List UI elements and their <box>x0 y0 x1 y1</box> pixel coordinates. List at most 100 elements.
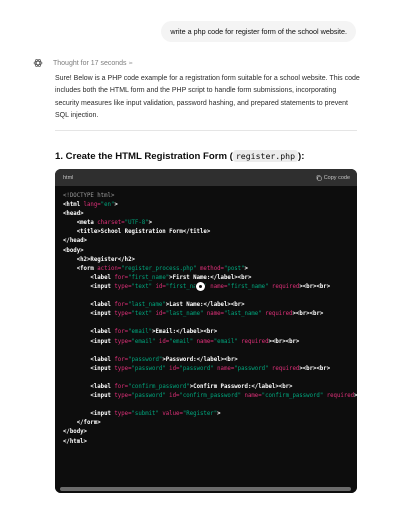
code-token: "password" <box>131 365 170 372</box>
code-token: </label><br> <box>176 329 218 336</box>
code-line: <html lang="en"> <box>63 201 349 210</box>
code-token: "password" <box>128 356 163 363</box>
code-token: Confirm Password: <box>193 383 252 390</box>
code-token: type= <box>114 311 132 318</box>
code-token: "password" <box>179 365 218 372</box>
code-token: "text" <box>131 283 156 290</box>
code-token: "email" <box>169 338 197 345</box>
thought-toggle[interactable]: Thought for 17 seconds > <box>53 60 133 67</box>
code-token: ><br><br> <box>292 311 324 318</box>
code-token: ><br><br> <box>299 283 331 290</box>
code-token: name= <box>196 338 214 345</box>
code-token: <input <box>63 311 115 318</box>
code-line: <input type="submit" value="Register"> <box>63 410 349 419</box>
code-token: > <box>114 202 118 209</box>
code-token: <label <box>63 329 115 336</box>
code-token: "confirm_password" <box>128 383 190 390</box>
code-language-label: html <box>63 174 74 181</box>
code-token: <input <box>63 411 115 418</box>
code-token: </html> <box>63 438 87 445</box>
code-token: "Register" <box>182 411 218 418</box>
code-token: "post" <box>223 265 245 272</box>
code-token: </label><br> <box>203 302 245 309</box>
code-token: "last_name" <box>223 311 266 318</box>
copy-icon <box>316 174 322 181</box>
code-token: </label><br> <box>210 274 252 281</box>
code-token: </label><br> <box>251 383 293 390</box>
code-token: First Name: <box>172 274 211 281</box>
assistant-header: Thought for 17 seconds > <box>33 58 133 68</box>
code-line: <form action="register_process.php" meth… <box>63 265 349 274</box>
code-token: "text" <box>131 311 156 318</box>
code-token: action= <box>97 265 122 272</box>
code-line: <h2>Register</h2> <box>63 256 349 265</box>
code-block-header: html Copy code <box>55 169 357 186</box>
code-token: "last_name" <box>165 311 207 318</box>
code-line: </html> <box>63 438 349 447</box>
code-token: <label <box>63 302 115 309</box>
code-line: <body> <box>63 247 349 256</box>
code-token: "password" <box>234 365 272 372</box>
code-token: <head> <box>63 211 84 218</box>
code-line: <label for="confirm_password">Confirm Pa… <box>63 383 349 392</box>
code-line: <label for="password">Password:</label><… <box>63 356 349 365</box>
code-token: id= <box>155 311 166 318</box>
code-line: <label for="last_name">Last Name:</label… <box>63 301 349 310</box>
code-token: </form> <box>63 420 101 427</box>
code-body[interactable]: <!DOCTYPE html> <html lang="en"> <head> <m… <box>55 186 357 480</box>
copy-code-button[interactable]: Copy code <box>316 175 350 181</box>
code-token: <body> <box>63 247 84 254</box>
code-token: ><br><br> <box>268 338 300 345</box>
code-line: <input type="text" id= "first_name" name=… <box>63 283 349 292</box>
thought-label: Thought for 17 seconds <box>53 59 127 67</box>
code-token: "last_name" <box>128 302 166 309</box>
user-message-text: write a php code for register form of th… <box>170 27 347 36</box>
code-token: type= <box>114 338 132 345</box>
code-token: "confirm_password" <box>261 393 327 400</box>
code-token: required <box>265 311 293 318</box>
code-token: for= <box>114 356 129 363</box>
code-token: id= <box>169 365 180 372</box>
code-token: type= <box>114 365 132 372</box>
code-token: "UTF-8" <box>124 220 149 227</box>
heading-suffix: ): <box>298 151 305 162</box>
code-line: </form> <box>63 419 349 428</box>
code-token: id= <box>169 393 180 400</box>
code-token: </head> <box>63 238 87 245</box>
code-token: name= <box>210 283 228 290</box>
code-line: <input type="password" id="confirm_passw… <box>63 392 357 401</box>
heading-inline-code: register.php <box>232 150 299 162</box>
code-token: <input <box>63 393 115 400</box>
code-token: </label><br> <box>196 356 238 363</box>
horizontal-scrollbar[interactable] <box>55 486 357 493</box>
code-line: <label for="first_name">First Name:</lab… <box>63 274 349 283</box>
code-token: <input <box>63 338 115 345</box>
code-token: Email: <box>155 329 177 336</box>
code-token: > <box>148 220 153 227</box>
code-line: <input type="email" id="email" name="ema… <box>63 338 349 347</box>
code-token: "email" <box>128 329 153 336</box>
code-line: </body> <box>63 428 349 437</box>
code-token: Register <box>90 256 118 263</box>
code-token: required <box>241 338 269 345</box>
divider <box>55 130 357 131</box>
code-token: lang= <box>83 202 101 209</box>
code-token: for= <box>114 302 129 309</box>
code-token: School Registration Form <box>100 229 183 236</box>
response-paragraph: Sure! Below is a PHP code example for a … <box>55 75 360 120</box>
code-token: > <box>217 411 221 418</box>
code-token: Password: <box>165 356 197 363</box>
code-line: <meta charset="UTF-8"> <box>63 219 349 228</box>
code-token: Last Name: <box>169 302 204 309</box>
code-token: <label <box>63 356 115 363</box>
code-token: for= <box>114 329 129 336</box>
code-token: "email" <box>131 338 159 345</box>
scrollbar-thumb[interactable] <box>60 487 351 491</box>
code-token: <label <box>63 274 115 281</box>
code-token: type= <box>114 411 132 418</box>
code-token: charset= <box>97 220 125 227</box>
